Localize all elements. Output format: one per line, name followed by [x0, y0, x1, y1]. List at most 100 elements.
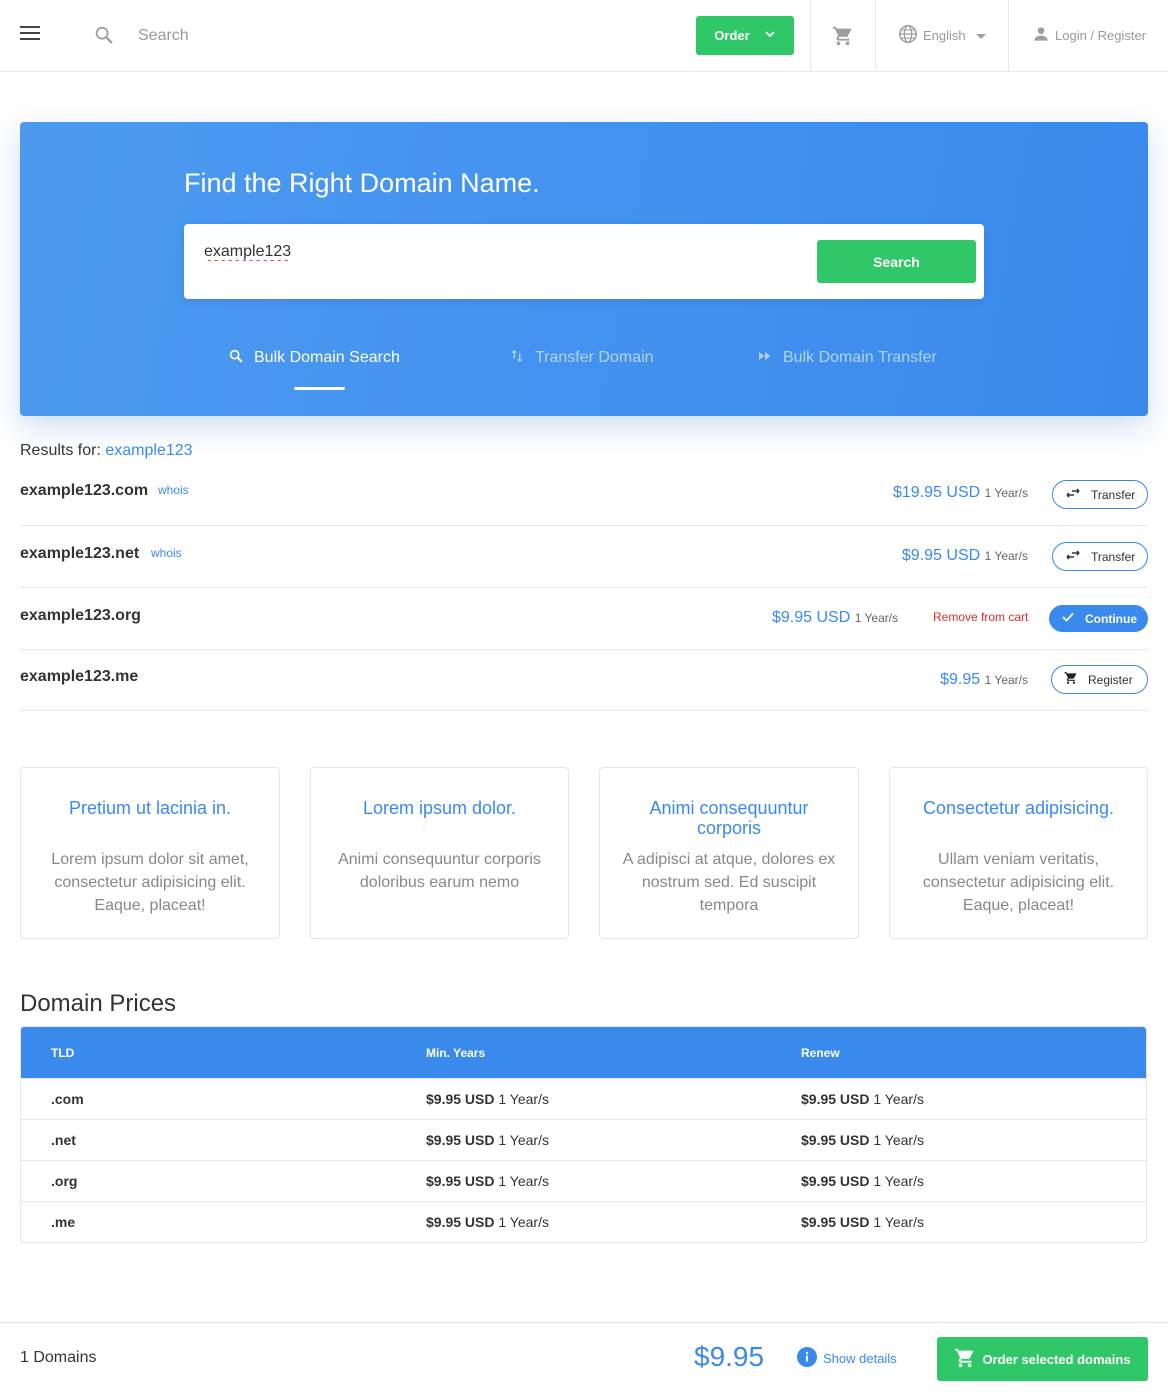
feature-title: Consectetur adipisicing.: [922, 798, 1115, 818]
order-dropdown-button[interactable]: Order: [696, 16, 794, 55]
domain-search-button[interactable]: Search: [817, 240, 976, 283]
domain-name: example123.org: [20, 607, 141, 624]
divider: [1008, 0, 1009, 71]
language-selector[interactable]: English: [897, 24, 986, 46]
price-years: 1 Year/s: [873, 1132, 924, 1148]
domain-price: $19.95 USD 1 Year/s: [893, 484, 1028, 502]
price-value: $9.95 USD: [801, 1214, 870, 1230]
results-query: example123: [105, 442, 193, 459]
whois-link[interactable]: whois: [151, 546, 182, 560]
order-selected-domains-button[interactable]: Order selected domains: [937, 1337, 1148, 1381]
domain-search-hero: Find the Right Domain Name. Search Bulk …: [20, 122, 1148, 416]
price-years: 1 Year/s: [873, 1214, 924, 1230]
feature-card: Consectetur adipisicing. Ullam veniam ve…: [889, 767, 1148, 939]
active-tab-indicator: [294, 387, 345, 390]
register-button[interactable]: Register: [1051, 665, 1148, 694]
price-years: 1 Year/s: [984, 549, 1028, 563]
domain-search-box: Search: [184, 224, 984, 299]
login-register-link[interactable]: Login / Register: [1031, 24, 1146, 46]
remove-from-cart-link[interactable]: Remove from cart: [933, 610, 1028, 624]
price-value: $9.95 USD: [426, 1091, 495, 1107]
details-label: Show details: [823, 1351, 897, 1366]
price-years: 1 Year/s: [873, 1091, 924, 1107]
divider: [875, 0, 876, 71]
tab-bulk-domain-search[interactable]: Bulk Domain Search: [228, 346, 400, 370]
renew-cell: $9.95 USD 1 Year/s: [801, 1091, 924, 1107]
login-label: Login / Register: [1055, 27, 1147, 43]
table-row: .com $9.95 USD 1 Year/s $9.95 USD 1 Year…: [21, 1078, 1146, 1119]
feature-body: Lorem ipsum dolor sit amet, consectetur …: [51, 851, 249, 914]
tab-transfer-domain[interactable]: Transfer Domain: [509, 346, 654, 370]
renew-cell: $9.95 USD 1 Year/s: [801, 1132, 924, 1148]
price-years: 1 Year/s: [498, 1214, 549, 1230]
whois-link[interactable]: whois: [158, 483, 189, 497]
feature-title: Lorem ipsum dolor.: [362, 798, 517, 818]
order-button-label: Order: [714, 28, 750, 43]
price-value: $9.95 USD: [801, 1173, 870, 1189]
button-label: Transfer: [1091, 549, 1136, 564]
domain-name: example123.com: [20, 482, 149, 499]
search-icon: [93, 24, 115, 46]
user-icon: [1031, 24, 1051, 47]
min-years-cell: $9.95 USD 1 Year/s: [426, 1214, 549, 1230]
price-value: $9.95: [940, 671, 981, 688]
transfer-icon: [1065, 487, 1081, 502]
domain-prices-title: Domain Prices: [20, 990, 177, 1017]
cart-icon[interactable]: [832, 25, 854, 47]
button-label: Continue: [1085, 611, 1137, 626]
min-years-cell: $9.95 USD 1 Year/s: [426, 1132, 549, 1148]
results-for-label: Results for: example123: [20, 442, 193, 460]
min-years-cell: $9.95 USD 1 Year/s: [426, 1091, 549, 1107]
domain-result-row: example123.org $9.95 USD 1 Year/s Remove…: [20, 588, 1148, 650]
transfer-icon: [1065, 549, 1081, 564]
price-years: 1 Year/s: [984, 486, 1028, 500]
domain-search-input[interactable]: [204, 240, 764, 264]
caret-down-icon: [975, 28, 986, 43]
continue-button[interactable]: Continue: [1049, 605, 1148, 632]
divider: [810, 0, 811, 71]
results-prefix: Results for:: [20, 442, 101, 459]
tld-cell: .org: [51, 1173, 78, 1189]
price-years: 1 Year/s: [498, 1091, 549, 1107]
min-years-cell: $9.95 USD 1 Year/s: [426, 1173, 549, 1189]
feature-body: A adipisci at atque, dolores ex nostrum …: [622, 851, 836, 914]
feature-card: Pretium ut lacinia in. Lorem ipsum dolor…: [20, 767, 280, 939]
price-years: 1 Year/s: [854, 611, 899, 625]
header-search-input[interactable]: [138, 22, 538, 50]
table-row: .org $9.95 USD 1 Year/s $9.95 USD 1 Year…: [21, 1160, 1146, 1201]
domain-prices-table: TLD Min. Years Renew .com $9.95 USD 1 Ye…: [20, 1026, 1147, 1243]
column-header: TLD: [51, 1045, 75, 1060]
check-icon: [1061, 611, 1075, 626]
domain-result-row: example123.net whois $9.95 USD 1 Year/s …: [20, 526, 1148, 588]
show-details-link[interactable]: Show details: [797, 1347, 897, 1370]
price-value: $9.95 USD: [772, 609, 851, 626]
feature-body: Ullam veniam veritatis, consectetur adip…: [922, 851, 1115, 914]
tab-bulk-domain-transfer[interactable]: Bulk Domain Transfer: [757, 346, 937, 370]
domain-price: $9.95 1 Year/s: [940, 671, 1028, 689]
price-value: $9.95 USD: [901, 547, 981, 564]
search-icon: [228, 348, 244, 369]
price-value: $9.95 USD: [801, 1132, 870, 1148]
cart-summary-bar: 1 Domains $9.95 Show details Order selec…: [0, 1322, 1168, 1394]
tab-label: Bulk Domain Search: [254, 349, 400, 366]
column-header: Min. Years: [426, 1045, 486, 1060]
price-years: 1 Year/s: [873, 1173, 924, 1189]
transfer-arrows-icon: [509, 348, 525, 369]
globe-icon: [897, 23, 919, 48]
cart-icon: [1064, 671, 1078, 688]
feature-card: Lorem ipsum dolor. Animi consequuntur co…: [310, 767, 569, 939]
price-years: 1 Year/s: [984, 673, 1028, 687]
column-header: Renew: [801, 1045, 840, 1060]
price-value: $9.95 USD: [801, 1091, 870, 1107]
renew-cell: $9.95 USD 1 Year/s: [801, 1214, 924, 1230]
language-label: English: [923, 27, 966, 43]
button-label: Register: [1088, 672, 1133, 687]
transfer-button[interactable]: Transfer: [1052, 542, 1148, 571]
transfer-button[interactable]: Transfer: [1052, 480, 1148, 509]
top-navbar: Order English Login / Register: [0, 0, 1168, 72]
hero-title: Find the Right Domain Name.: [184, 168, 540, 198]
feature-card: Animi consequuntur corporis A adipisci a…: [599, 767, 859, 939]
tld-cell: .me: [51, 1214, 76, 1230]
feature-title: Animi consequuntur corporis: [649, 798, 809, 838]
hamburger-menu-icon[interactable]: [20, 26, 40, 44]
